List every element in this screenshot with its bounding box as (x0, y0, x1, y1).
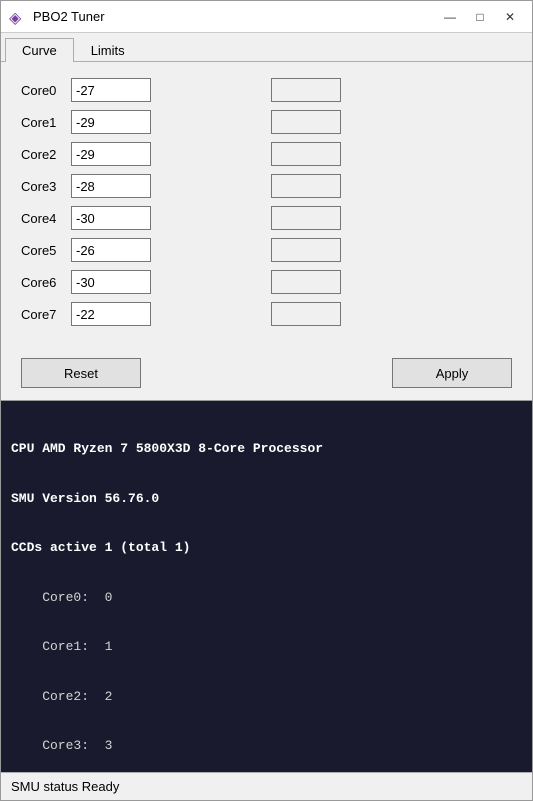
status-text: SMU status Ready (11, 779, 119, 794)
app-icon: ◈ (9, 8, 27, 26)
core3-input[interactable] (71, 174, 151, 198)
core2-extra (271, 142, 341, 166)
core6-label: Core6 (21, 275, 71, 290)
tab-curve[interactable]: Curve (5, 38, 74, 62)
core5-extra (271, 238, 341, 262)
core1-label: Core1 (21, 115, 71, 130)
core3-extra (271, 174, 341, 198)
core-row: Core1 (21, 110, 512, 134)
console-line: Core0: 0 (11, 588, 522, 608)
core-row: Core0 (21, 78, 512, 102)
core6-extra (271, 270, 341, 294)
core7-extra (271, 302, 341, 326)
core-row: Core2 (21, 142, 512, 166)
core7-label: Core7 (21, 307, 71, 322)
core2-label: Core2 (21, 147, 71, 162)
tab-bar: Curve Limits (1, 33, 532, 62)
apply-button[interactable]: Apply (392, 358, 512, 388)
core4-input[interactable] (71, 206, 151, 230)
status-bar: SMU status Ready (1, 772, 532, 800)
core-row: Core4 (21, 206, 512, 230)
core4-extra (271, 206, 341, 230)
core7-input[interactable] (71, 302, 151, 326)
core0-extra (271, 78, 341, 102)
core2-input[interactable] (71, 142, 151, 166)
core3-label: Core3 (21, 179, 71, 194)
core-row: Core7 (21, 302, 512, 326)
console-line: Core2: 2 (11, 687, 522, 707)
core6-input[interactable] (71, 270, 151, 294)
console-line: Core1: 1 (11, 637, 522, 657)
console-line: CCDs active 1 (total 1) (11, 538, 522, 558)
core5-input[interactable] (71, 238, 151, 262)
console-line: Core3: 3 (11, 736, 522, 756)
core-row: Core3 (21, 174, 512, 198)
window-controls: — □ ✕ (436, 6, 524, 28)
core5-label: Core5 (21, 243, 71, 258)
core-row: Core5 (21, 238, 512, 262)
tab-limits[interactable]: Limits (74, 38, 142, 62)
content-area: Core0 Core1 Core2 Core3 Core4 (1, 62, 532, 800)
minimize-button[interactable]: — (436, 6, 464, 28)
window-title: PBO2 Tuner (33, 9, 436, 24)
main-window: ◈ PBO2 Tuner — □ ✕ Curve Limits Core0 Co… (0, 0, 533, 801)
core0-label: Core0 (21, 83, 71, 98)
console-line: SMU Version 56.76.0 (11, 489, 522, 509)
title-bar: ◈ PBO2 Tuner — □ ✕ (1, 1, 532, 33)
maximize-button[interactable]: □ (466, 6, 494, 28)
core-row: Core6 (21, 270, 512, 294)
core4-label: Core4 (21, 211, 71, 226)
curve-panel: Core0 Core1 Core2 Core3 Core4 (1, 62, 532, 350)
button-row: Reset Apply (1, 350, 532, 400)
close-button[interactable]: ✕ (496, 6, 524, 28)
core1-extra (271, 110, 341, 134)
core1-input[interactable] (71, 110, 151, 134)
console-output: CPU AMD Ryzen 7 5800X3D 8-Core Processor… (1, 400, 532, 772)
console-line: CPU AMD Ryzen 7 5800X3D 8-Core Processor (11, 439, 522, 459)
reset-button[interactable]: Reset (21, 358, 141, 388)
core0-input[interactable] (71, 78, 151, 102)
